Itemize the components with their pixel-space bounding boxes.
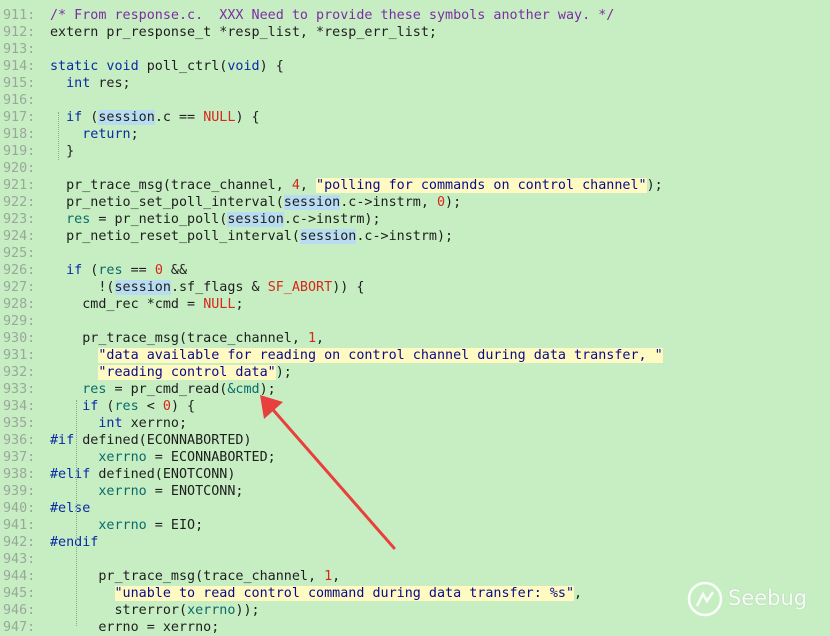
watermark-text: Seebug — [728, 586, 808, 610]
seebug-watermark: Seebug — [686, 580, 808, 618]
annotation-arrow — [260, 395, 396, 550]
seebug-logo-icon — [687, 581, 723, 617]
